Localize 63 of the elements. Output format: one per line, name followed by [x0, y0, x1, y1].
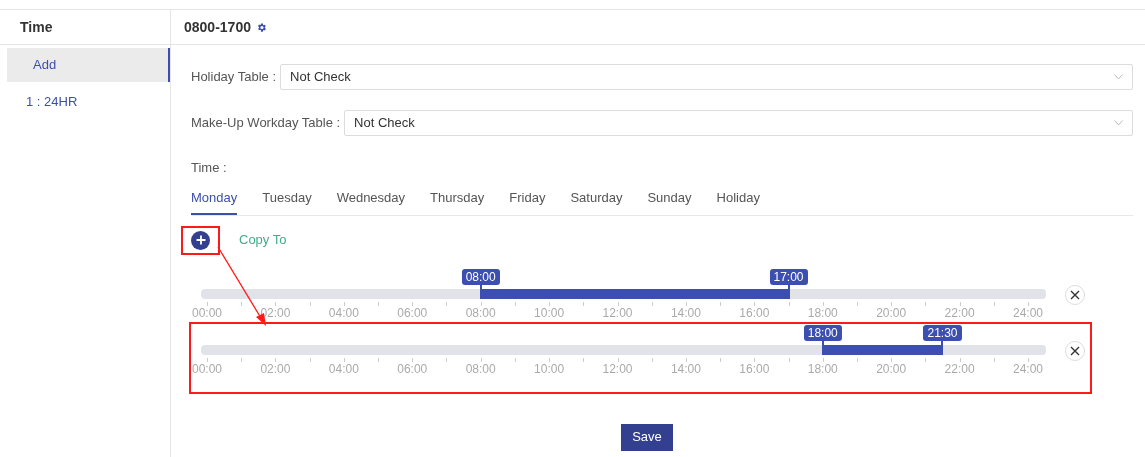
scale-label: 18:00 — [807, 305, 838, 320]
page-title: 0800-1700 — [184, 17, 251, 37]
scale-label: 18:00 — [807, 361, 838, 376]
range-handle[interactable] — [821, 340, 824, 355]
field-label: Holiday Table : — [191, 68, 277, 87]
plus-icon — [195, 235, 206, 245]
sidebar-item[interactable]: 1 : 24HR — [0, 85, 170, 119]
range-handle[interactable] — [787, 284, 790, 299]
scale-label: 22:00 — [944, 361, 975, 376]
add-button[interactable] — [191, 230, 210, 250]
slider-track[interactable] — [201, 288, 1046, 299]
scale-label: 20:00 — [876, 305, 907, 320]
day-tab[interactable]: Holiday — [716, 187, 760, 215]
scale-label: 16:00 — [739, 305, 770, 320]
close-button[interactable] — [1065, 340, 1085, 361]
scale-label: 24:00 — [1013, 305, 1043, 320]
day-tab[interactable]: Tuesday — [262, 187, 312, 215]
scale-label: 20:00 — [876, 361, 907, 376]
range-handle[interactable] — [941, 340, 944, 355]
day-tab[interactable]: Thursday — [430, 187, 485, 215]
day-tab[interactable]: Monday — [191, 187, 238, 215]
day-tab[interactable]: Saturday — [570, 187, 623, 215]
select-field[interactable]: Not Check — [280, 64, 1133, 90]
sidebar-item[interactable]: Add — [7, 48, 170, 82]
scale-label: 06:00 — [397, 305, 428, 320]
scale-label: 06:00 — [397, 361, 428, 376]
scale-label: 10:00 — [534, 305, 565, 320]
save-button[interactable]: Save — [621, 423, 673, 451]
section-label: Time : — [191, 159, 228, 177]
time-label: 18:00 — [803, 324, 842, 341]
scale-label: 12:00 — [602, 361, 633, 376]
scale-label: 10:00 — [534, 361, 565, 376]
time-label: 17:00 — [769, 268, 808, 285]
scale-label: 16:00 — [739, 361, 770, 376]
scale-label: 12:00 — [602, 305, 633, 320]
scale-label: 00:00 — [192, 361, 222, 376]
slider-track[interactable] — [201, 344, 1046, 355]
scale-label: 14:00 — [670, 361, 701, 376]
scale-label: 02:00 — [260, 361, 291, 376]
chevron-down-icon — [1114, 74, 1123, 80]
scale-label: 08:00 — [465, 305, 496, 320]
sidebar-title: Time — [20, 17, 53, 37]
close-button[interactable] — [1065, 284, 1085, 305]
time-label: 08:00 — [461, 268, 500, 285]
day-tab[interactable]: Wednesday — [336, 187, 406, 215]
scale-label: 02:00 — [260, 305, 291, 320]
day-tab[interactable]: Sunday — [647, 187, 692, 215]
field-label: Make-Up Workday Table : — [191, 114, 341, 133]
scale-label: 08:00 — [465, 361, 496, 376]
close-icon — [1070, 345, 1080, 356]
range-handle[interactable] — [479, 284, 482, 299]
day-tab[interactable]: Friday — [509, 187, 546, 215]
scale-label: 00:00 — [192, 305, 222, 320]
gear-icon[interactable] — [255, 21, 267, 33]
scale-label: 24:00 — [1013, 361, 1043, 376]
close-icon — [1070, 289, 1080, 300]
scale-label: 14:00 — [670, 305, 701, 320]
select-field[interactable]: Not Check — [344, 110, 1133, 136]
scale-label: 04:00 — [328, 361, 359, 376]
scale-label: 04:00 — [328, 305, 359, 320]
scale-label: 22:00 — [944, 305, 975, 320]
time-label: 21:30 — [923, 324, 962, 341]
chevron-down-icon — [1114, 120, 1123, 126]
